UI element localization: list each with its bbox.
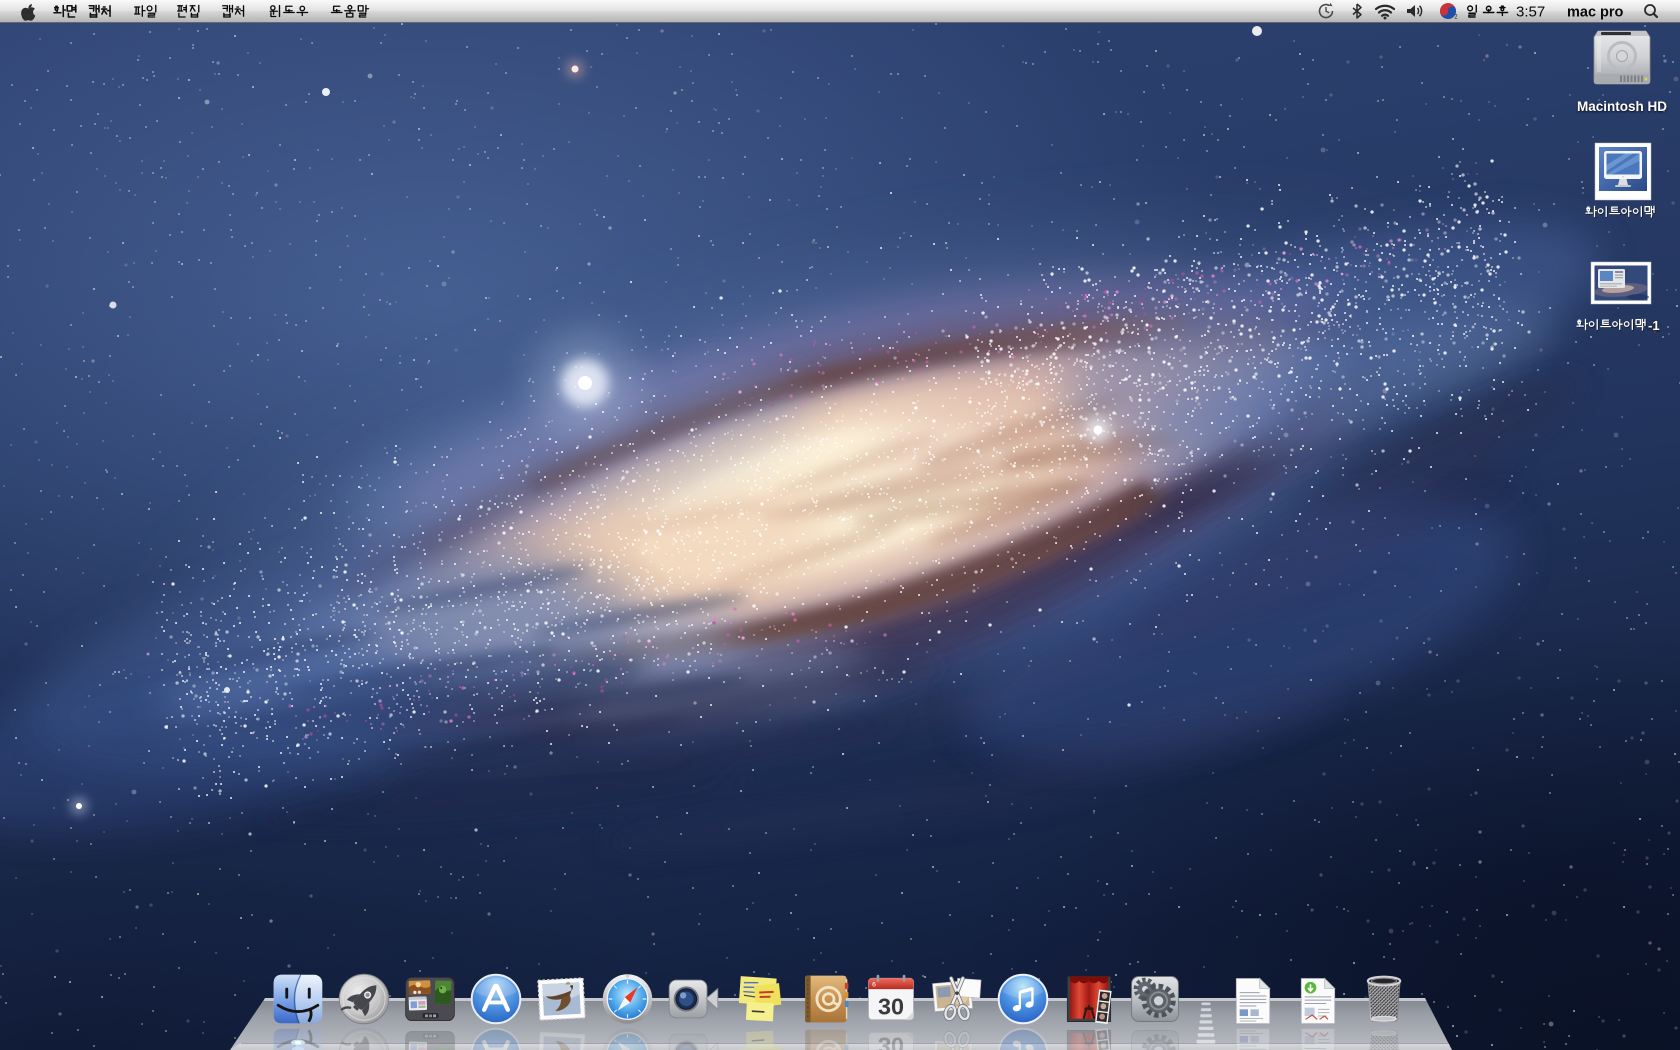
svg-text:-1: -1: [1648, 318, 1660, 333]
svg-text:mac pro: mac pro: [1567, 4, 1624, 20]
svg-text:Macintosh HD: Macintosh HD: [1577, 99, 1667, 114]
svg-text:3:57: 3:57: [1516, 4, 1545, 21]
